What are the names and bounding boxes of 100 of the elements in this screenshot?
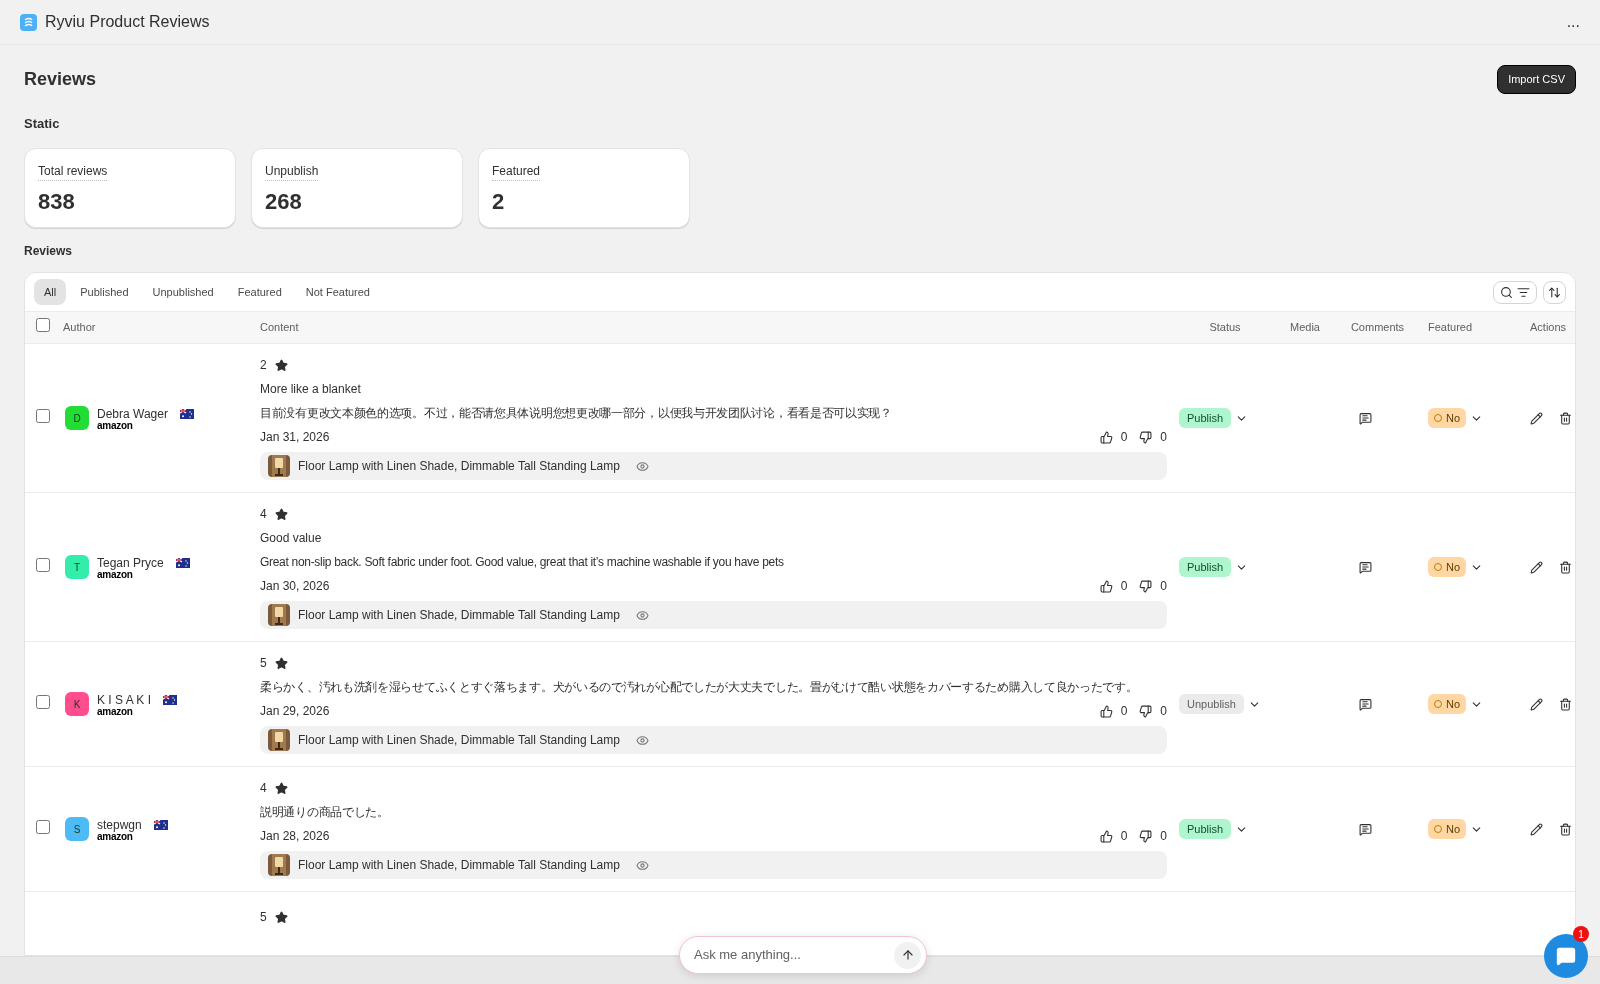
avatar: K (65, 692, 89, 716)
eye-icon[interactable] (635, 459, 649, 473)
column-header: Actions (1530, 320, 1568, 336)
status-badge[interactable]: Publish (1179, 407, 1232, 429)
search-filter-button[interactable] (1493, 280, 1537, 304)
select-all-checkbox[interactable] (36, 318, 50, 333)
thumbs-up-icon[interactable] (1099, 579, 1113, 593)
product-link[interactable]: Floor Lamp with Linen Shade, Dimmable Tall Standing Lamp (260, 452, 1167, 480)
thumbs-down-icon[interactable] (1139, 829, 1153, 843)
featured-badge[interactable]: No (1428, 693, 1467, 715)
edit-icon[interactable] (1530, 822, 1543, 836)
delete-icon[interactable] (1559, 822, 1572, 836)
stat-label: Featured (492, 162, 541, 181)
product-link[interactable]: Floor Lamp with Linen Shade, Dimmable Tall Standing Lamp (260, 601, 1167, 629)
delete-icon[interactable] (1559, 697, 1572, 711)
author-name: Debra Wager (97, 406, 168, 423)
thumbs-down-icon[interactable] (1139, 579, 1153, 593)
send-button[interactable] (894, 941, 921, 969)
app-title: Ryviu Product Reviews (45, 12, 210, 32)
avatar: T (65, 555, 89, 579)
review-date: Jan 28, 2026 (260, 828, 330, 845)
review-text: 目前没有更改文本颜色的选项。不过，能否请您具体说明您想更改哪一部分，以便我与开发团队讨论，看看是否可以实现？ (260, 405, 893, 422)
dislike-count: 0 (1160, 703, 1167, 720)
edit-icon[interactable] (1530, 697, 1543, 711)
thumbs-up-icon[interactable] (1099, 829, 1113, 843)
filter-tab[interactable]: Featured (227, 278, 292, 306)
stat-label: Unpublish (265, 162, 319, 181)
star-icon (274, 781, 288, 795)
more-menu-button[interactable]: ... (1566, 14, 1580, 30)
status-badge[interactable]: Publish (1179, 818, 1232, 840)
like-count: 0 (1120, 429, 1128, 446)
column-header: Content (260, 320, 299, 336)
delete-icon[interactable] (1559, 411, 1572, 425)
row-checkbox[interactable] (36, 558, 50, 572)
like-count: 0 (1120, 828, 1128, 845)
row-checkbox[interactable] (36, 820, 50, 834)
australia-flag-icon (153, 820, 168, 830)
chat-icon[interactable] (1556, 946, 1576, 966)
dislike-count: 0 (1160, 828, 1167, 845)
assistant-field[interactable]: Ask me anything... (679, 936, 927, 974)
source-logo: amazon (97, 707, 134, 717)
stat-value: 838 (38, 188, 76, 216)
edit-icon[interactable] (1530, 411, 1543, 425)
import-csv-button[interactable]: Import CSV (1497, 65, 1576, 94)
author-name: stepwgn (97, 817, 142, 834)
source-logo: amazon (97, 832, 133, 842)
section-heading: Reviews (24, 243, 74, 260)
filter-icon[interactable] (1517, 285, 1530, 299)
rating: 5 (260, 909, 267, 926)
avatar: D (65, 406, 89, 430)
source-logo: amazon (97, 421, 133, 431)
page-title: Reviews (24, 67, 97, 91)
star-icon (274, 910, 288, 924)
dislike-count: 0 (1160, 429, 1167, 446)
comment-icon[interactable] (1359, 560, 1372, 574)
status-badge[interactable]: Publish (1179, 556, 1232, 578)
stat-value: 268 (265, 188, 303, 216)
edit-icon[interactable] (1530, 560, 1543, 574)
eye-icon[interactable] (635, 858, 649, 872)
like-count: 0 (1120, 578, 1128, 595)
product-link[interactable]: Floor Lamp with Linen Shade, Dimmable Tall Standing Lamp (260, 851, 1167, 879)
filter-tab[interactable]: Not Featured (295, 278, 380, 306)
filter-tab[interactable]: All (34, 278, 67, 306)
author-name: Tegan Pryce (97, 555, 164, 572)
filter-tab[interactable]: Unpublished (142, 278, 224, 306)
star-icon (274, 656, 288, 670)
eye-icon[interactable] (635, 733, 649, 747)
status-badge[interactable]: Unpublish (1179, 693, 1244, 715)
filter-tab[interactable]: Published (70, 278, 139, 306)
search-icon[interactable] (1500, 285, 1513, 299)
rating: 4 (260, 780, 267, 797)
australia-flag-icon (175, 558, 190, 568)
eye-icon[interactable] (635, 608, 649, 622)
delete-icon[interactable] (1559, 560, 1572, 574)
thumbs-down-icon[interactable] (1139, 430, 1153, 444)
comment-icon[interactable] (1359, 822, 1372, 836)
featured-badge[interactable]: No (1428, 407, 1467, 429)
comment-icon[interactable] (1359, 411, 1372, 425)
notification-badge: 1 (1573, 926, 1589, 942)
thumbs-down-icon[interactable] (1139, 704, 1153, 718)
review-title: More like a blanket (260, 381, 362, 398)
thumbs-up-icon[interactable] (1099, 430, 1113, 444)
row-checkbox[interactable] (36, 695, 50, 709)
column-header: Author (63, 320, 96, 336)
sort-icon[interactable] (1548, 285, 1561, 299)
column-header: Comments (1350, 320, 1405, 336)
rating: 4 (260, 506, 267, 523)
ask-input-field[interactable]: Ask me anything... (694, 945, 894, 965)
review-text: 柔らかく、汚れも洗剤を湿らせてふくとすぐ落ちます。犬がいるので汚れが心配でしたが大丈夫でした。畳がむけて酷い状態をカバーするため購入して良かったです。 (260, 679, 1139, 696)
product-link[interactable]: Floor Lamp with Linen Shade, Dimmable Tall Standing Lamp (260, 726, 1167, 754)
featured-badge[interactable]: No (1428, 556, 1467, 578)
thumbs-up-icon[interactable] (1099, 704, 1113, 718)
featured-badge[interactable]: No (1428, 818, 1467, 840)
row-checkbox[interactable] (36, 409, 50, 423)
review-text: 説明通りの商品でした。 (260, 804, 390, 821)
sort-button[interactable] (1543, 280, 1566, 304)
review-title: Good value (260, 530, 323, 547)
app-logo-icon (20, 13, 37, 31)
section-heading: Static (24, 114, 61, 133)
comment-icon[interactable] (1359, 697, 1372, 711)
